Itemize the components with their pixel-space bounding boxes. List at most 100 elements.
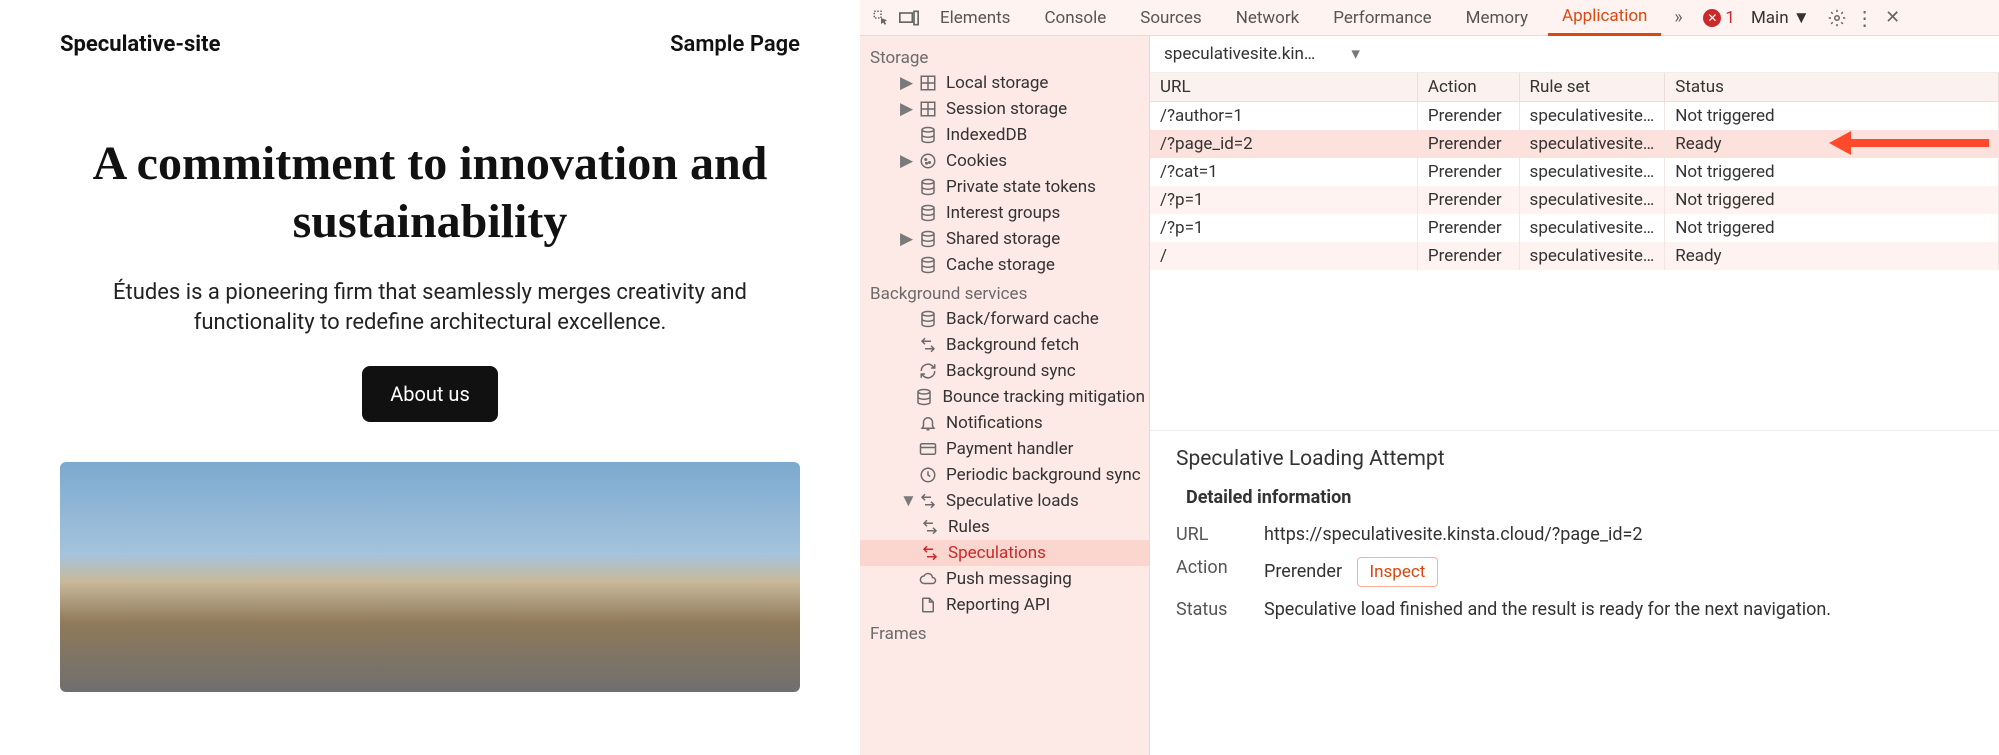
detail-status-value: Speculative load finished and the result…	[1264, 599, 1831, 620]
caret-right-icon: ▶	[900, 229, 910, 249]
detail-action-value: Prerender Inspect	[1264, 557, 1438, 587]
table-row[interactable]: /Prerenderspeculativesite…Ready	[1150, 242, 1999, 270]
sidebar-item-background-fetch[interactable]: Background fetch	[860, 332, 1149, 358]
sidebar-item-bounce-tracking-mitigation[interactable]: Bounce tracking mitigation	[860, 384, 1149, 410]
db-icon	[918, 203, 938, 223]
ruleset-dropdown[interactable]: speculativesite.kin…	[1164, 44, 1315, 64]
devtools-pane: Elements Console Sources Network Perform…	[860, 0, 1999, 755]
sidebar-item-background-sync[interactable]: Background sync	[860, 358, 1149, 384]
cookie-icon	[918, 151, 938, 171]
more-tabs-icon[interactable]: »	[1667, 7, 1689, 29]
tab-performance[interactable]: Performance	[1319, 1, 1445, 35]
sidebar-item-back/forward-cache[interactable]: Back/forward cache	[860, 306, 1149, 332]
sidebar-item-speculative-loads[interactable]: ▼ Speculative loads	[860, 488, 1149, 514]
cell-status: Ready	[1665, 242, 1999, 270]
sidebar-item-local-storage[interactable]: ▶Local storage	[860, 70, 1149, 96]
db-icon	[918, 125, 938, 145]
sync-icon	[920, 543, 940, 563]
tab-application[interactable]: Application	[1548, 0, 1661, 36]
cycle-icon	[918, 361, 938, 381]
tab-network[interactable]: Network	[1222, 1, 1314, 35]
nav-link-sample-page[interactable]: Sample Page	[670, 32, 800, 57]
detail-action-label: Action	[1176, 557, 1246, 587]
sidebar-item-session-storage[interactable]: ▶Session storage	[860, 96, 1149, 122]
sync-icon	[918, 335, 938, 355]
card-icon	[918, 439, 938, 459]
col-url[interactable]: URL	[1150, 73, 1417, 102]
sidebar-item-payment-handler[interactable]: Payment handler	[860, 436, 1149, 462]
tree-label: Notifications	[946, 413, 1043, 433]
cell-url: /?author=1	[1150, 102, 1417, 131]
chevron-down-icon: ▼	[1793, 8, 1810, 28]
sidebar-item-indexeddb[interactable]: IndexedDB	[860, 122, 1149, 148]
tab-elements[interactable]: Elements	[926, 1, 1024, 35]
cell-action: Prerender	[1417, 186, 1519, 214]
cell-url: /?page_id=2	[1150, 130, 1417, 158]
col-action[interactable]: Action	[1417, 73, 1519, 102]
col-status[interactable]: Status	[1665, 73, 1999, 102]
error-circle-icon: ✕	[1703, 9, 1721, 27]
storage-group-label: Storage	[860, 42, 1149, 70]
table-row[interactable]: /?p=1Prerenderspeculativesite…Not trigge…	[1150, 186, 1999, 214]
sync-icon	[920, 517, 940, 537]
col-ruleset[interactable]: Rule set	[1519, 73, 1665, 102]
frame-selector[interactable]: Main ▼	[1741, 8, 1820, 28]
sidebar-item-shared-storage[interactable]: ▶Shared storage	[860, 226, 1149, 252]
tree-label: Speculative loads	[946, 491, 1079, 511]
tree-label: Back/forward cache	[946, 309, 1099, 329]
sidebar-item-reporting-api[interactable]: Reporting API	[860, 592, 1149, 618]
cell-ruleset: speculativesite…	[1519, 242, 1665, 270]
application-sidebar[interactable]: Storage ▶Local storage▶Session storageIn…	[860, 36, 1150, 755]
tree-label: Periodic background sync	[946, 465, 1141, 485]
inspect-button[interactable]: Inspect	[1357, 557, 1439, 587]
chevron-down-icon[interactable]: ▾	[1351, 44, 1360, 64]
frames-group-label: Frames	[860, 618, 1149, 646]
tree-label: Push messaging	[946, 569, 1072, 589]
sidebar-item-private-state-tokens[interactable]: Private state tokens	[860, 174, 1149, 200]
table-row[interactable]: /?author=1Prerenderspeculativesite…Not t…	[1150, 102, 1999, 131]
sidebar-item-cache-storage[interactable]: Cache storage	[860, 252, 1149, 278]
tree-label: Private state tokens	[946, 177, 1096, 197]
cell-ruleset: speculativesite…	[1519, 214, 1665, 242]
sidebar-item-push-messaging[interactable]: Push messaging	[860, 566, 1149, 592]
tab-console[interactable]: Console	[1030, 1, 1120, 35]
sidebar-item-rules[interactable]: Rules	[860, 514, 1149, 540]
db-icon	[918, 255, 938, 275]
close-icon[interactable]: ✕	[1882, 7, 1904, 29]
sidebar-item-interest-groups[interactable]: Interest groups	[860, 200, 1149, 226]
sidebar-item-speculations[interactable]: Speculations	[860, 540, 1149, 566]
hero-subtitle: Études is a pioneering firm that seamles…	[60, 278, 800, 337]
details-panel-title: Speculative Loading Attempt	[1176, 447, 1973, 471]
kebab-menu-icon[interactable]: ⋮	[1854, 7, 1876, 29]
device-toolbar-icon[interactable]	[898, 7, 920, 29]
caret-down-icon: ▼	[900, 491, 910, 511]
tree-label: Cookies	[946, 151, 1007, 171]
cell-url: /?p=1	[1150, 214, 1417, 242]
settings-icon[interactable]	[1826, 7, 1848, 29]
db-icon	[918, 309, 938, 329]
tab-sources[interactable]: Sources	[1126, 1, 1215, 35]
tab-memory[interactable]: Memory	[1452, 1, 1542, 35]
grid-icon	[918, 99, 938, 119]
sidebar-item-notifications[interactable]: Notifications	[860, 410, 1149, 436]
about-us-button[interactable]: About us	[362, 366, 498, 422]
sidebar-item-periodic-background-sync[interactable]: Periodic background sync	[860, 462, 1149, 488]
error-count: 1	[1725, 8, 1735, 28]
tree-label: Speculations	[948, 543, 1046, 563]
sidebar-item-cookies[interactable]: ▶Cookies	[860, 148, 1149, 174]
error-badge[interactable]: ✕ 1	[1703, 8, 1735, 28]
caret-right-icon: ▶	[900, 73, 910, 93]
cell-url: /?p=1	[1150, 186, 1417, 214]
cloud-icon	[918, 569, 938, 589]
detail-url-label: URL	[1176, 524, 1246, 545]
table-header-row: URL Action Rule set Status	[1150, 73, 1999, 102]
table-row[interactable]: /?p=1Prerenderspeculativesite…Not trigge…	[1150, 214, 1999, 242]
cell-status: Not triggered	[1665, 102, 1999, 131]
tree-label: Payment handler	[946, 439, 1073, 459]
cell-action: Prerender	[1417, 158, 1519, 186]
tree-label: Session storage	[946, 99, 1067, 119]
table-row[interactable]: /?cat=1Prerenderspeculativesite…Not trig…	[1150, 158, 1999, 186]
cell-ruleset: speculativesite…	[1519, 186, 1665, 214]
site-title[interactable]: Speculative-site	[60, 32, 220, 57]
inspect-element-icon[interactable]	[870, 7, 892, 29]
